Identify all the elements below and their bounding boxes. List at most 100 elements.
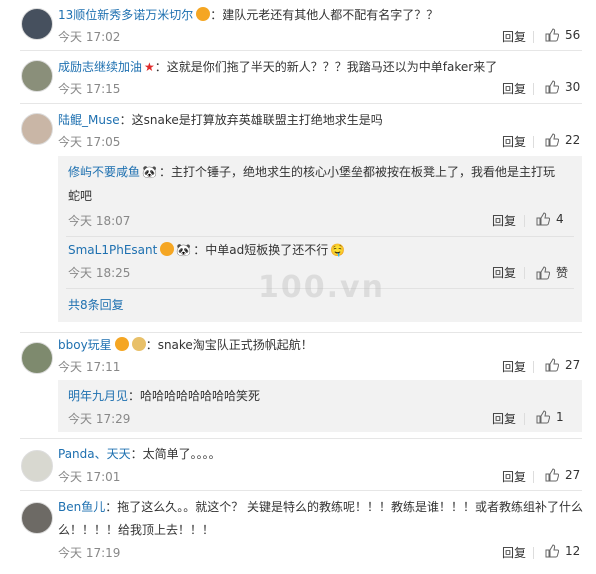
comment-username[interactable]: 陆鲲_Muse xyxy=(58,113,120,127)
replies-box: 明年九月见：哈哈哈哈哈哈哈哈笑死 今天 17:29 回复 1 xyxy=(58,380,582,432)
divider xyxy=(533,547,534,559)
like-button[interactable]: 22 xyxy=(545,133,580,147)
like-button[interactable]: 27 xyxy=(545,468,580,482)
star-badge-icon: ★ xyxy=(144,60,155,74)
reply-username[interactable]: 修屿不要咸鱼 xyxy=(68,165,140,179)
divider xyxy=(524,215,525,227)
avatar[interactable] xyxy=(21,342,53,374)
divider xyxy=(533,31,534,43)
reply-button[interactable]: 回复 xyxy=(492,212,516,229)
divider xyxy=(524,267,525,279)
comment-line: 陆鲲_Muse：这snake是打算放弃英雄联盟主打绝地求生是吗 xyxy=(58,110,582,130)
reply-text: ：主打个锤子，绝地求生的核心小堡垒都被按在板凳上了，我看他是主打玩 xyxy=(158,165,555,179)
like-button[interactable]: 12 xyxy=(545,544,580,558)
divider xyxy=(524,413,525,425)
thumbs-up-icon xyxy=(545,80,559,94)
reply-button[interactable]: 回复 xyxy=(492,264,516,281)
like-count: 22 xyxy=(565,133,581,147)
panda-emoji-icon: 🐼 xyxy=(176,243,192,257)
comment-text: ：拖了这么久。。就这个？ 关键是特么的教练呢！！！教练是谁！！！或者教练组补了什… xyxy=(105,500,584,514)
divider xyxy=(20,490,582,491)
comment-username[interactable]: 13顺位新秀多诺万米切尔 xyxy=(58,8,193,22)
like-count: 27 xyxy=(565,358,581,372)
reply-button[interactable]: 回复 xyxy=(502,358,526,375)
watermark: 100.vn xyxy=(258,270,385,305)
like-count: 27 xyxy=(565,468,581,482)
reply-button[interactable]: 回复 xyxy=(492,410,516,427)
divider xyxy=(20,50,582,51)
comment-text-cont: 么！！！！给我顶上去！！！ xyxy=(58,523,215,537)
avatar[interactable] xyxy=(21,113,53,145)
like-count: 12 xyxy=(565,544,581,558)
thumbs-up-icon xyxy=(545,358,559,372)
like-button[interactable]: 1 xyxy=(536,410,564,424)
comment-time: 今天 17:02 xyxy=(58,30,121,44)
vip-badge-icon xyxy=(160,242,175,256)
medal-icon xyxy=(131,337,146,351)
comment-time: 今天 17:01 xyxy=(58,470,121,484)
comment-username[interactable]: bboy玩星 xyxy=(58,338,112,352)
comment-line: Panda、天天：太简单了。。。。 xyxy=(58,444,582,464)
divider xyxy=(533,83,534,95)
more-replies-link[interactable]: 共8条回复 xyxy=(68,296,124,313)
divider xyxy=(533,361,534,373)
comment-text: ：这snake是打算放弃英雄联盟主打绝地求生是吗 xyxy=(119,113,383,127)
like-button[interactable]: 56 xyxy=(545,28,580,42)
comment-text: ：这就是你们拖了半天的新人？？？我踏马还以为中单faker来了 xyxy=(154,60,498,74)
like-count: 4 xyxy=(556,212,564,226)
like-button[interactable]: 4 xyxy=(536,212,564,226)
like-button[interactable]: 27 xyxy=(545,358,580,372)
panda-emoji-icon: 🐼 xyxy=(142,165,157,179)
like-button[interactable]: 赞 xyxy=(536,264,568,281)
comment-username[interactable]: 成励志继续加油 xyxy=(58,60,142,74)
like-label: 赞 xyxy=(556,266,569,280)
avatar[interactable] xyxy=(21,450,53,482)
reply-text-cont: 蛇吧 xyxy=(68,189,93,203)
comment-line: 13顺位新秀多诺万米切尔 ：建队元老还有其他人都不配有名字了？？ xyxy=(58,5,582,25)
reply-time: 今天 17:29 xyxy=(68,412,131,426)
comment-username[interactable]: Panda、天天 xyxy=(58,447,131,461)
reply-button[interactable]: 回复 xyxy=(502,544,526,561)
reply-username[interactable]: SmaL1PhEsant xyxy=(68,243,157,257)
thumbs-up-icon xyxy=(536,212,550,226)
comment-text: ：snake淘宝队正式扬帆起航！ xyxy=(145,338,313,352)
comment-time: 今天 17:19 xyxy=(58,546,121,560)
comment-text: ：太简单了。。。。 xyxy=(130,447,221,461)
comment-line: bboy玩星 ：snake淘宝队正式扬帆起航！ xyxy=(58,335,582,355)
like-count: 30 xyxy=(565,80,581,94)
thumbs-up-icon xyxy=(536,265,550,279)
thumbs-up-icon xyxy=(545,28,559,42)
divider xyxy=(533,136,534,148)
comment-time: 今天 17:05 xyxy=(58,135,121,149)
divider xyxy=(20,103,582,104)
reply-time: 今天 18:07 xyxy=(68,214,131,228)
comment-time: 今天 17:11 xyxy=(58,360,121,374)
comment-username[interactable]: Ben鱼儿 xyxy=(58,500,105,514)
avatar[interactable] xyxy=(21,8,53,40)
comment-time: 今天 17:15 xyxy=(58,82,121,96)
reply-button[interactable]: 回复 xyxy=(502,28,526,45)
comment-line: Ben鱼儿：拖了这么久。。就这个？ 关键是特么的教练呢！！！教练是谁！！！或者教… xyxy=(58,497,584,517)
like-count: 1 xyxy=(556,410,564,424)
divider xyxy=(66,236,574,237)
reply-line: SmaL1PhEsant 🐼 ：中单ad短板换了还不行 🤤 xyxy=(68,240,345,260)
reply-text: ：中单ad短板换了还不行 xyxy=(193,243,329,257)
avatar[interactable] xyxy=(21,60,53,92)
reply-text: ：哈哈哈哈哈哈哈哈笑死 xyxy=(128,389,261,403)
thumbs-up-icon xyxy=(545,468,559,482)
thumbs-up-icon xyxy=(536,410,550,424)
reply-username[interactable]: 明年九月见 xyxy=(68,389,128,403)
emoji-icon: 🤤 xyxy=(330,243,346,257)
reply-button[interactable]: 回复 xyxy=(502,80,526,97)
reply-line: 修屿不要咸鱼 🐼 ：主打个锤子，绝地求生的核心小堡垒都被按在板凳上了，我看他是主打玩 xyxy=(68,162,555,182)
divider xyxy=(20,438,582,439)
divider xyxy=(533,471,534,483)
avatar[interactable] xyxy=(21,502,53,534)
vip-badge-icon xyxy=(114,337,129,351)
reply-button[interactable]: 回复 xyxy=(502,133,526,150)
reply-time: 今天 18:25 xyxy=(68,266,131,280)
comment-text: ：建队元老还有其他人都不配有名字了？？ xyxy=(210,8,439,22)
comment-line: 成励志继续加油 ★：这就是你们拖了半天的新人？？？我踏马还以为中单faker来了 xyxy=(58,57,582,77)
reply-button[interactable]: 回复 xyxy=(502,468,526,485)
like-button[interactable]: 30 xyxy=(545,80,580,94)
